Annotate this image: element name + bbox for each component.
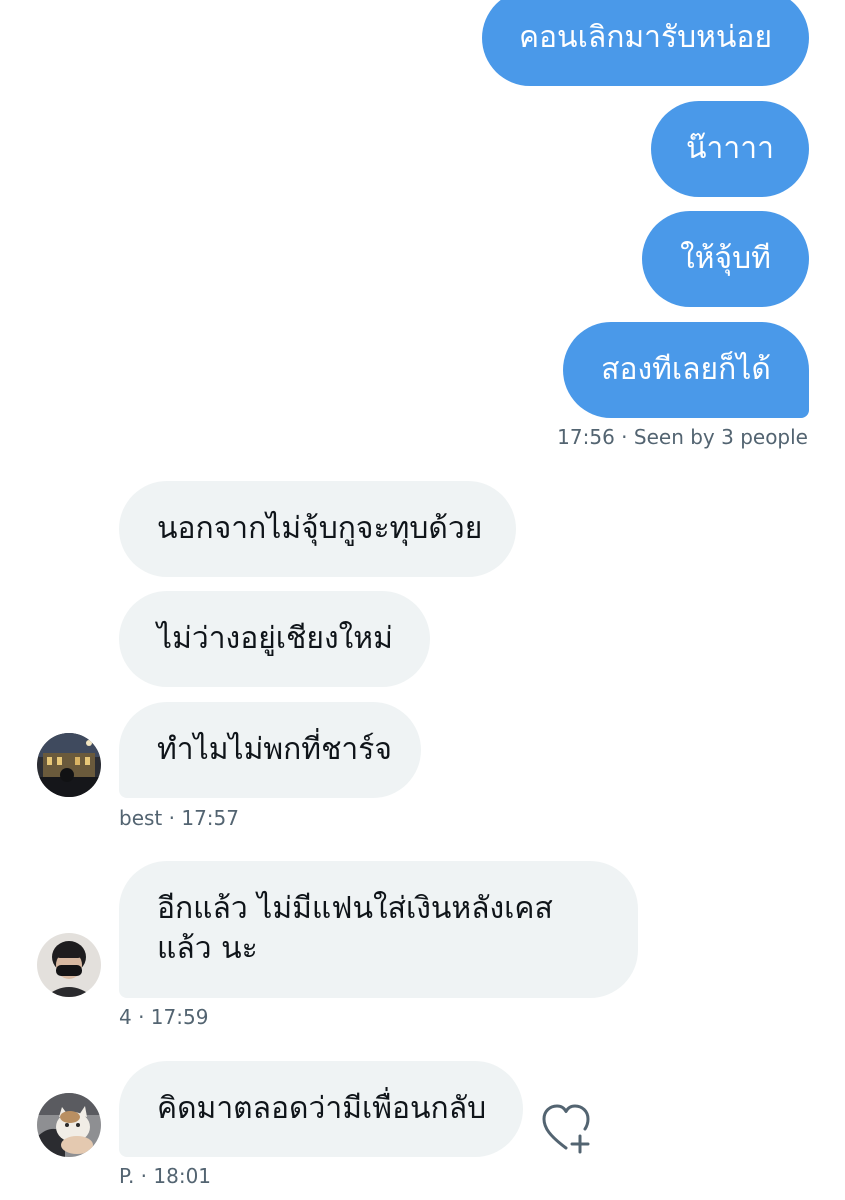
avatar[interactable] [37, 1093, 101, 1157]
sender-name[interactable]: best [119, 806, 162, 830]
incoming-message[interactable]: ทำไมไม่พกที่ชาร์จ [119, 702, 421, 798]
avatar[interactable] [37, 933, 101, 997]
avatar[interactable] [37, 733, 101, 797]
message-time: · 17:57 [168, 806, 239, 830]
outgoing-message[interactable]: คอนเลิกมารับหน่อย [482, 0, 809, 86]
heart-plus-icon[interactable] [542, 1104, 598, 1154]
outgoing-message[interactable]: สองทีเลยก็ได้ [563, 322, 809, 418]
avatar-photo [37, 733, 101, 797]
avatar-photo [37, 933, 101, 997]
incoming-message[interactable]: คิดมาตลอดว่ามีเพื่อนกลับ [119, 1061, 523, 1157]
message-time: · 17:59 [138, 1005, 209, 1029]
sender-meta: P. · 18:01 [119, 1164, 211, 1188]
sender-meta: best · 17:57 [119, 806, 239, 830]
incoming-message[interactable]: อีกแล้ว ไม่มีแฟนใส่เงินหลังเคสแล้ว นะ [119, 861, 638, 998]
incoming-message[interactable]: นอกจากไม่จุ้บกูจะทุบด้วย [119, 481, 516, 577]
outgoing-message[interactable]: น๊าาาา [651, 101, 809, 197]
outgoing-message[interactable]: ให้จุ้บที [642, 211, 809, 307]
sender-name[interactable]: 4 [119, 1005, 132, 1029]
avatar-photo [37, 1093, 101, 1157]
seen-status: · Seen by 3 people [621, 425, 808, 449]
sender-meta: 4 · 17:59 [119, 1005, 208, 1029]
message-time: 17:56 [557, 425, 615, 449]
sender-name[interactable]: P. [119, 1164, 134, 1188]
incoming-message[interactable]: ไม่ว่างอยู่เชียงใหม่ [119, 591, 430, 687]
outgoing-meta: 17:56 · Seen by 3 people [557, 425, 808, 449]
message-time: · 18:01 [140, 1164, 212, 1188]
